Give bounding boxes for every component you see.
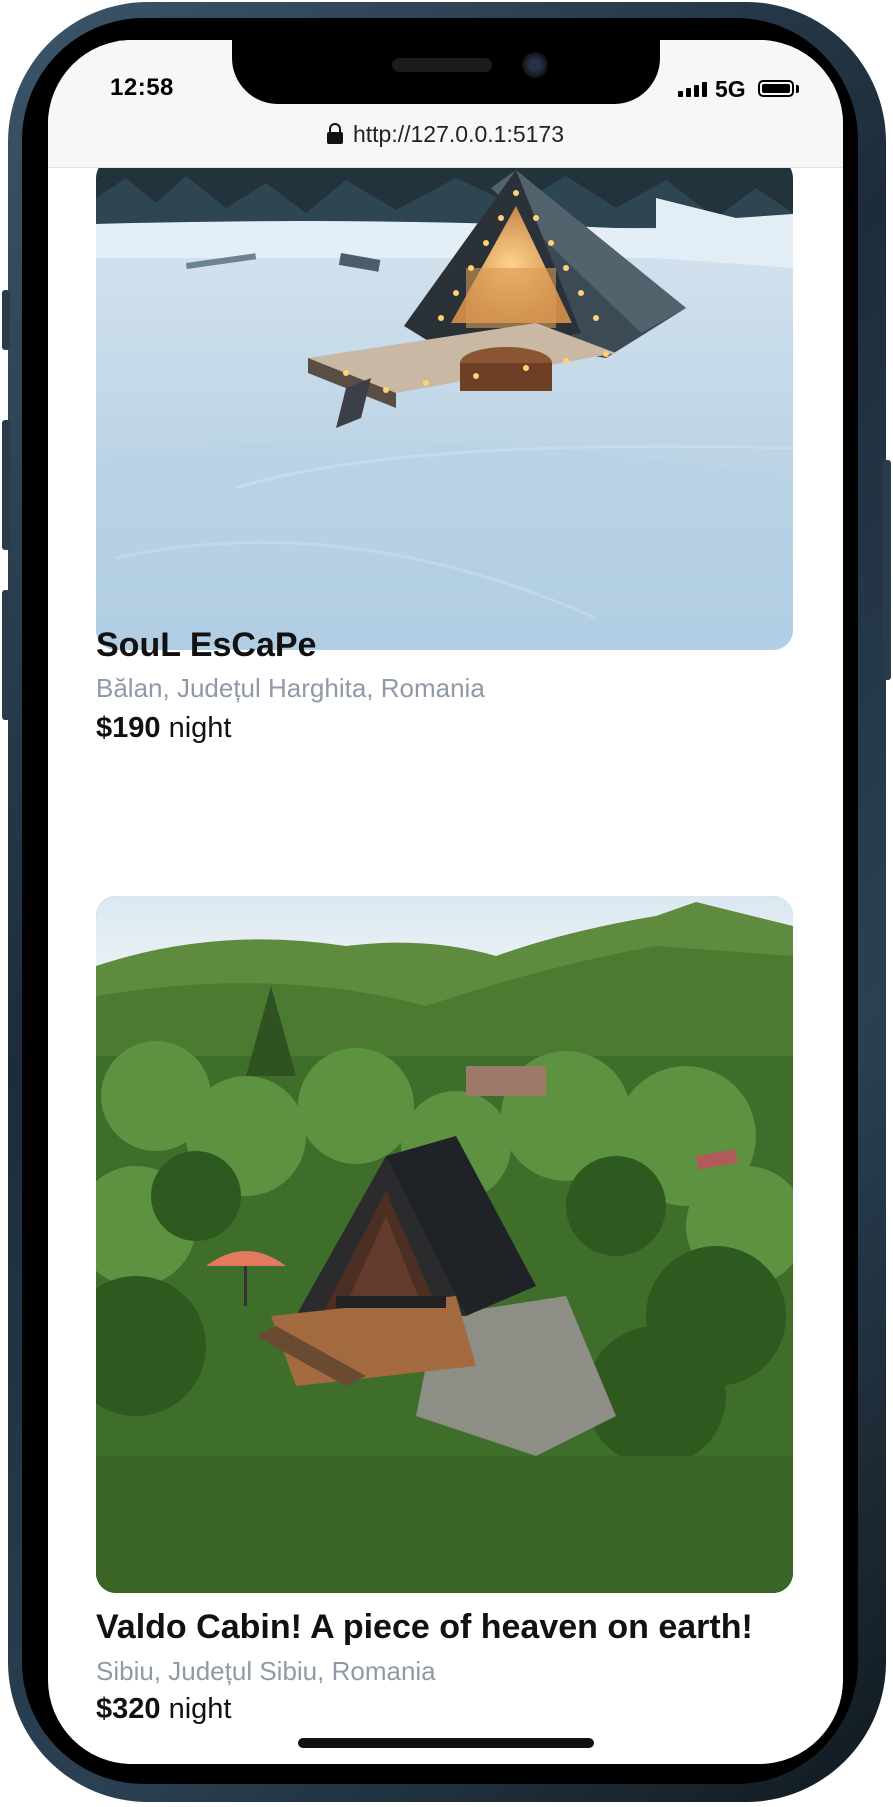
price-unit: night bbox=[168, 1693, 232, 1725]
battery-tip bbox=[796, 85, 799, 93]
listing-title[interactable]: SouL EsCaPe bbox=[96, 626, 316, 665]
speaker-grille bbox=[392, 58, 492, 72]
home-indicator[interactable] bbox=[298, 1738, 594, 1748]
listing-price: $320 night bbox=[96, 1693, 231, 1726]
listing-photo[interactable] bbox=[96, 168, 793, 650]
phone-volume-up-button bbox=[2, 420, 10, 550]
url-text[interactable]: http://127.0.0.1:5173 bbox=[353, 121, 564, 148]
phone-screen: 12:58 5G http://127.0.0.1:5173 SouL EsCa… bbox=[48, 40, 843, 1764]
phone-power-button bbox=[883, 460, 891, 680]
price-unit: night bbox=[168, 712, 232, 744]
price-amount: $190 bbox=[96, 712, 161, 744]
phone-side-button bbox=[2, 290, 10, 350]
listing-photo[interactable] bbox=[96, 896, 793, 1593]
front-camera bbox=[522, 52, 548, 78]
listings-feed: SouL EsCaPe Bălan, Județul Harghita, Rom… bbox=[48, 168, 843, 1764]
listing-location: Sibiu, Județul Sibiu, Romania bbox=[96, 1656, 436, 1686]
notch bbox=[232, 40, 660, 104]
listing-location: Bălan, Județul Harghita, Romania bbox=[96, 673, 485, 703]
battery-icon bbox=[758, 80, 794, 97]
address-bar[interactable]: http://127.0.0.1:5173 bbox=[48, 114, 843, 154]
status-bar: 12:58 5G http://127.0.0.1:5173 bbox=[48, 40, 843, 168]
signal-icon bbox=[678, 82, 707, 97]
phone-volume-down-button bbox=[2, 590, 10, 720]
listing-title[interactable]: Valdo Cabin! A piece of heaven on earth! bbox=[96, 1608, 753, 1647]
network-type: 5G bbox=[715, 76, 746, 102]
price-amount: $320 bbox=[96, 1693, 161, 1725]
lock-icon bbox=[326, 123, 343, 145]
status-time: 12:58 bbox=[110, 74, 174, 101]
listing-price: $190 night bbox=[96, 712, 231, 745]
